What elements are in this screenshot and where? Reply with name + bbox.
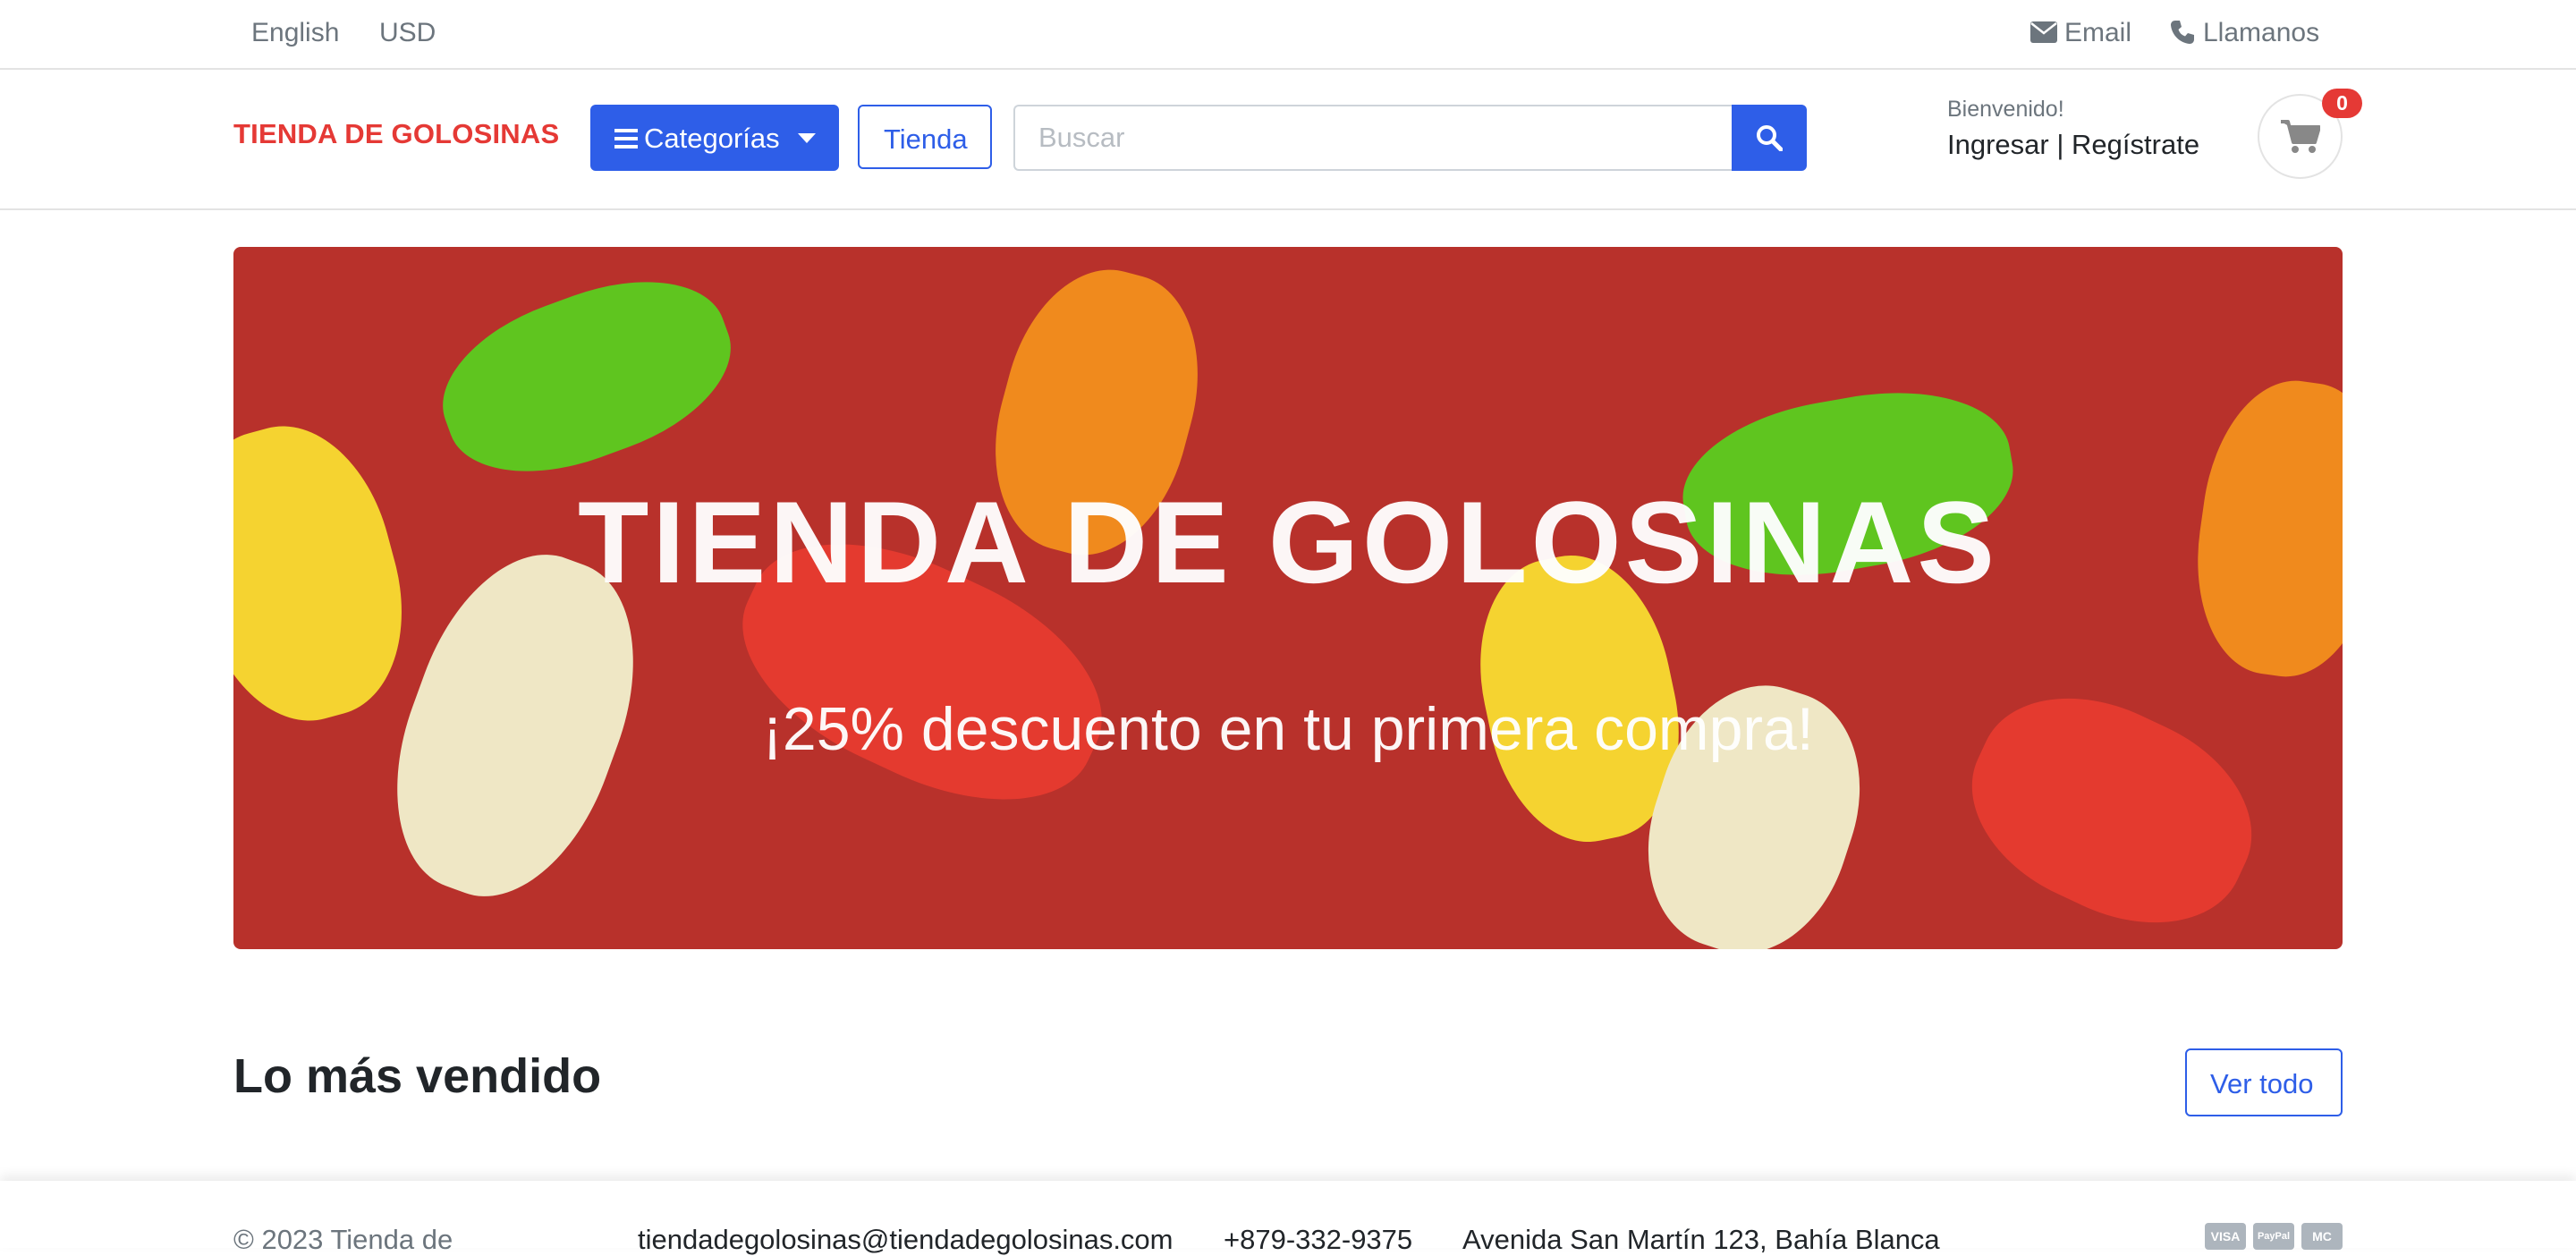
shop-label: Tienda	[884, 123, 968, 155]
footer-phone[interactable]: +879-332-9375	[1224, 1224, 1412, 1256]
hero-banner[interactable]: TIENDA DE GOLOSINAS ¡25% descuento en tu…	[233, 247, 2343, 949]
search-input[interactable]	[1013, 105, 1733, 171]
cart-icon	[2281, 120, 2320, 153]
envelope-icon	[2030, 21, 2057, 43]
phone-icon	[2171, 21, 2194, 44]
shop-button[interactable]: Tienda	[858, 105, 992, 169]
see-all-label: Ver todo	[2210, 1068, 2314, 1099]
top-bar: English USD Email Llamanos	[0, 0, 2576, 70]
brand-logo[interactable]: TIENDA DE GOLOSINAS	[233, 118, 559, 150]
welcome-text: Bienvenido!	[1947, 97, 2064, 122]
categories-button[interactable]: Categorías	[590, 105, 839, 171]
menu-bars-icon	[614, 129, 638, 149]
see-all-button[interactable]: Ver todo	[2185, 1048, 2343, 1116]
banner-title: TIENDA DE GOLOSINAS	[578, 477, 1998, 607]
cart-count-badge: 0	[2322, 89, 2362, 118]
login-link[interactable]: Ingresar	[1947, 129, 2049, 160]
visa-icon: VISA	[2205, 1223, 2246, 1250]
best-sellers-title: Lo más vendido	[233, 1049, 602, 1103]
footer-copyright: © 2023 Tienda de	[233, 1224, 453, 1255]
categories-label: Categorías	[644, 123, 780, 154]
account-separator: |	[2056, 129, 2064, 160]
call-label: Llamanos	[2203, 18, 2320, 47]
footer: © 2023 Tienda de tiendadegolosinas@tiend…	[0, 1181, 2576, 1255]
currency-selector[interactable]: USD	[379, 18, 436, 48]
search-icon	[1757, 125, 1783, 151]
search-button[interactable]	[1732, 105, 1807, 171]
register-link[interactable]: Regístrate	[2072, 129, 2199, 160]
footer-address: Avenida San Martín 123, Bahía Blanca	[1462, 1224, 1940, 1255]
mastercard-icon: MC	[2301, 1223, 2343, 1250]
paypal-icon: PayPal	[2253, 1223, 2294, 1250]
email-label: Email	[2064, 18, 2132, 47]
footer-email[interactable]: tiendadegolosinas@tiendadegolosinas.com	[638, 1224, 1174, 1256]
gummy-bear-green	[420, 250, 753, 504]
language-selector[interactable]: English	[251, 18, 339, 48]
banner-subtitle: ¡25% descuento en tu primera compra!	[762, 695, 1814, 763]
caret-down-icon	[798, 133, 816, 143]
account-links: Ingresar | Regístrate	[1947, 129, 2199, 161]
main-header: TIENDA DE GOLOSINAS Categorías Tienda Bi…	[0, 70, 2576, 210]
